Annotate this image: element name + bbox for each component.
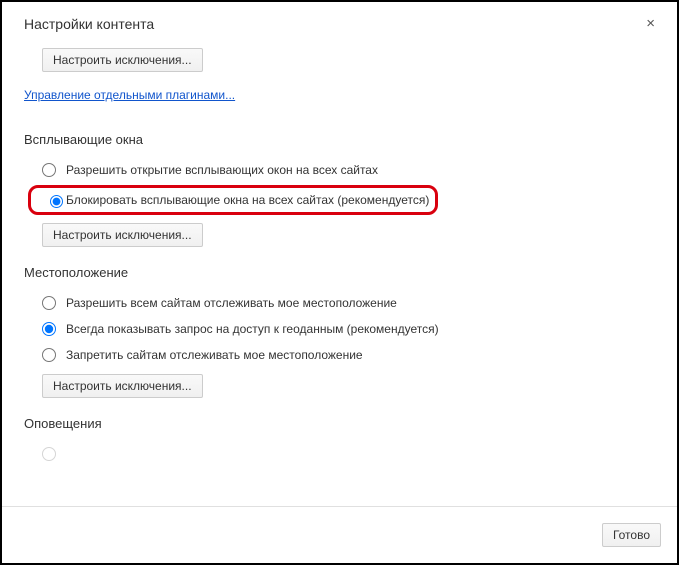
notifications-radio[interactable] <box>42 447 56 461</box>
popups-block-radio[interactable] <box>50 195 63 208</box>
location-exceptions-button[interactable]: Настроить исключения... <box>42 374 203 398</box>
popups-allow-radio[interactable] <box>42 163 56 177</box>
content-settings-dialog: Настройки контента × Настроить исключени… <box>0 0 679 565</box>
popups-block-label[interactable]: Блокировать всплывающие окна на всех сай… <box>66 193 429 207</box>
location-deny-radio[interactable] <box>42 348 56 362</box>
dialog-footer: Готово <box>2 506 677 563</box>
location-allow-label[interactable]: Разрешить всем сайтам отслеживать мое ме… <box>66 296 397 310</box>
notifications-section-title: Оповещения <box>24 416 677 431</box>
popups-allow-row[interactable]: Разрешить открытие всплывающих окон на в… <box>24 157 677 183</box>
scroll-spacer <box>24 467 677 506</box>
popups-allow-label[interactable]: Разрешить открытие всплывающих окон на в… <box>66 163 378 177</box>
notifications-first-row[interactable] <box>24 441 677 467</box>
plugins-exceptions-button[interactable]: Настроить исключения... <box>42 48 203 72</box>
location-section-title: Местоположение <box>24 265 677 280</box>
popups-exceptions-button[interactable]: Настроить исключения... <box>42 223 203 247</box>
location-ask-radio[interactable] <box>42 322 56 336</box>
close-icon[interactable]: × <box>642 16 659 31</box>
location-deny-label[interactable]: Запретить сайтам отслеживать мое местопо… <box>66 348 363 362</box>
location-ask-row[interactable]: Всегда показывать запрос на доступ к гео… <box>24 316 677 342</box>
location-allow-radio[interactable] <box>42 296 56 310</box>
manage-plugins-link[interactable]: Управление отдельными плагинами... <box>24 88 235 102</box>
dialog-title: Настройки контента <box>24 16 154 32</box>
dialog-header: Настройки контента × <box>2 2 677 42</box>
popups-section-title: Всплывающие окна <box>24 132 677 147</box>
location-deny-row[interactable]: Запретить сайтам отслеживать мое местопо… <box>24 342 677 368</box>
location-allow-row[interactable]: Разрешить всем сайтам отслеживать мое ме… <box>24 290 677 316</box>
location-ask-label[interactable]: Всегда показывать запрос на доступ к гео… <box>66 322 439 336</box>
done-button[interactable]: Готово <box>602 523 661 547</box>
popups-block-row[interactable]: Блокировать всплывающие окна на всех сай… <box>28 185 438 215</box>
dialog-content: Настроить исключения... Управление отдел… <box>2 42 677 506</box>
